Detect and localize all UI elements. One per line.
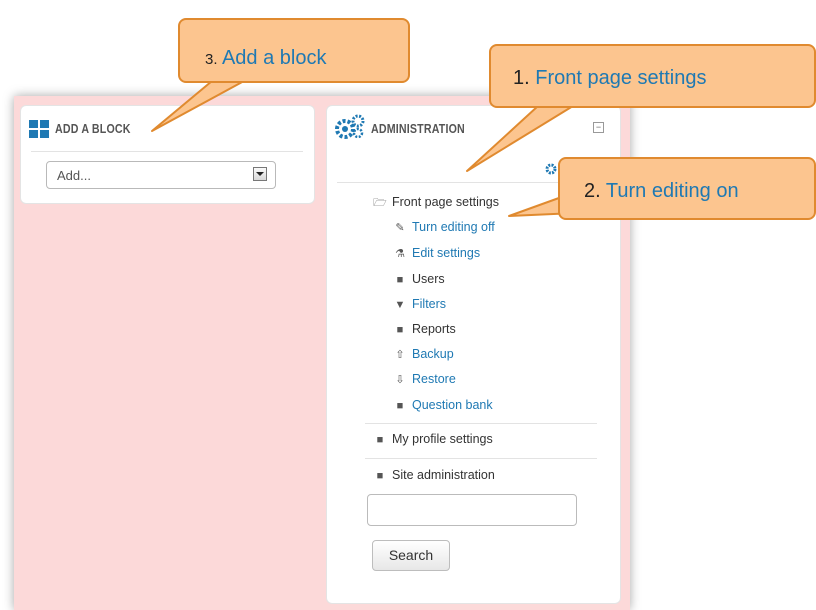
callout-3-number: 3. <box>205 51 218 68</box>
callout-turn-editing-on: 2. Turn editing on <box>558 157 816 220</box>
callout-1-label: Front page settings <box>535 67 707 89</box>
callout-1-text: 1. Front page settings <box>513 67 706 90</box>
callout-front-page-settings: 1. Front page settings <box>489 44 816 108</box>
callout-2-text: 2. Turn editing on <box>584 180 739 203</box>
callout-2-number: 2. <box>584 180 601 202</box>
callout-3-pointer <box>151 80 245 132</box>
callout-3-text: 3. Add a block <box>205 47 326 70</box>
callout-3-label: Add a block <box>221 47 327 69</box>
callout-add-a-block: 3. Add a block <box>178 18 410 83</box>
callout-1-number: 1. <box>513 67 530 89</box>
callout-2-label: Turn editing on <box>605 180 739 202</box>
callout-1-pointer <box>466 105 574 172</box>
